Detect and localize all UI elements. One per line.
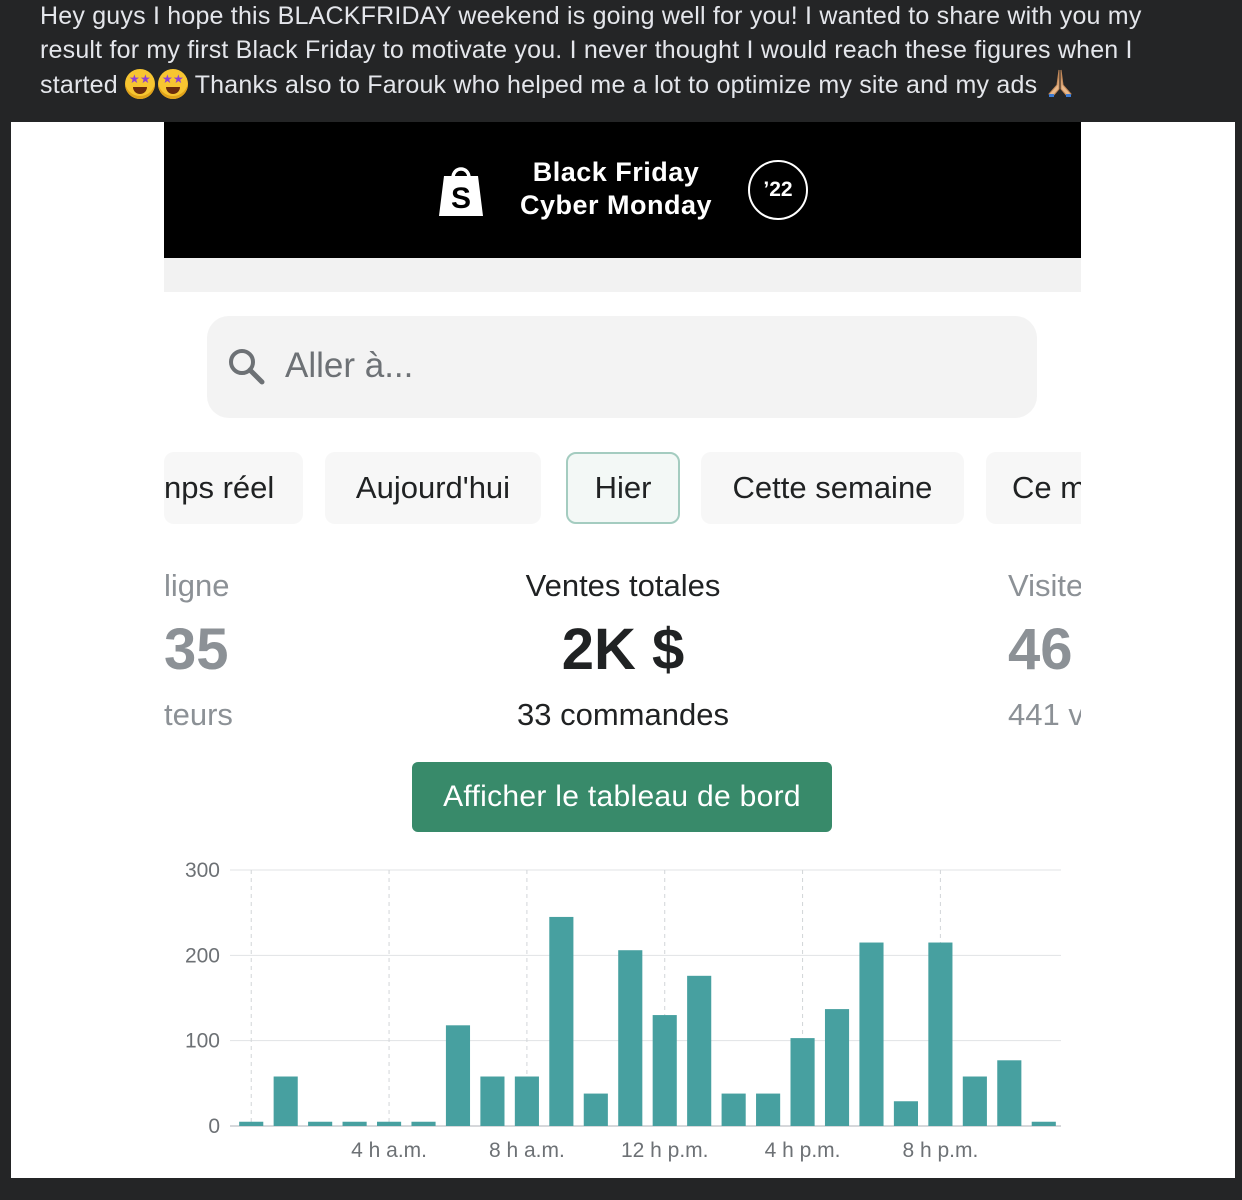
- tab-label: Aujourd'hui: [355, 470, 511, 505]
- view-dashboard-button[interactable]: Afficher le tableau de bord: [412, 762, 832, 832]
- tab-label: Cette semaine: [732, 470, 933, 505]
- orders-count: 33 commandes: [517, 697, 729, 732]
- bar-hour-5: [411, 1121, 436, 1126]
- tab-aujourdhui[interactable]: Aujourd'hui: [325, 452, 541, 524]
- x-tick-label: 4 h a.m.: [351, 1139, 427, 1162]
- post-text-part2: Thanks also to Farouk who helped me a lo…: [194, 71, 1038, 99]
- hourly-sales-chart: 0 100 200 300 4 h a.m. 8 h a.m. 12 h p.m. 4 h p…: [185, 859, 1061, 1162]
- date-range-tabs: nps réel Aujourd'hui Hier Cette semaine …: [164, 452, 1081, 526]
- metric-left-label: ligne: [164, 568, 230, 603]
- bar-hour-8: [514, 1076, 539, 1126]
- bar-hour-18: [859, 942, 884, 1126]
- tab-temps-reel[interactable]: nps réel: [164, 452, 303, 524]
- search-input[interactable]: Aller à...: [207, 316, 1037, 418]
- bar-hour-22: [997, 1060, 1022, 1126]
- bar-hour-4: [377, 1121, 402, 1126]
- metric-right-value: 46: [1008, 617, 1073, 682]
- x-tick-label: 4 h p.m.: [765, 1139, 841, 1162]
- bar-hour-10: [583, 1093, 608, 1126]
- tab-cette-semaine[interactable]: Cette semaine: [701, 452, 964, 524]
- bar-hour-23: [1031, 1121, 1056, 1126]
- y-tick-label: 300: [185, 859, 220, 882]
- bar-hour-9: [549, 916, 574, 1126]
- total-sales-value: 2K $: [561, 617, 685, 682]
- banner-line2: Cyber Monday: [519, 190, 713, 220]
- bar-hour-19: [893, 1101, 918, 1126]
- y-tick-label: 0: [208, 1115, 220, 1138]
- tab-label: Hier: [594, 470, 652, 505]
- tab-label: nps réel: [164, 470, 275, 505]
- metric-right-label: Visite: [1008, 568, 1081, 603]
- divider-strip: [164, 258, 1081, 292]
- star-struck-emoji-icon: [158, 69, 188, 99]
- metric-left-sub: teurs: [164, 697, 233, 732]
- metric-right-sub: 441 v: [1008, 697, 1081, 732]
- y-tick-label: 100: [185, 1030, 220, 1053]
- bar-hour-16: [790, 1038, 815, 1126]
- tab-ce-mois[interactable]: Ce m: [986, 452, 1081, 524]
- shopify-bag-icon: S: [439, 167, 483, 216]
- bar-hour-13: [687, 975, 712, 1126]
- bar-hour-21: [962, 1076, 987, 1126]
- y-tick-label: 200: [185, 944, 220, 967]
- search-placeholder: Aller à...: [285, 346, 414, 385]
- x-tick-label: 8 h a.m.: [489, 1139, 565, 1162]
- bar-hour-17: [824, 1009, 850, 1126]
- bar-hour-15: [756, 1093, 781, 1126]
- x-tick-label: 8 h p.m.: [902, 1139, 978, 1162]
- banner-title: Black Friday Cyber Monday: [516, 156, 716, 222]
- metric-left-value: 35: [164, 617, 229, 682]
- banner-line1: Black Friday: [532, 157, 700, 187]
- tab-hier[interactable]: Hier: [566, 452, 680, 524]
- bar-hour-3: [342, 1121, 367, 1126]
- bfcm-banner: S Black Friday Cyber Monday ’22: [164, 122, 1081, 258]
- bar-hour-20: [928, 942, 953, 1126]
- bar-hour-14: [721, 1093, 746, 1126]
- post-text: Hey guys I hope this BLACKFRIDAY weekend…: [40, 0, 1210, 103]
- search-icon: [229, 349, 265, 385]
- tab-label: Ce m: [1012, 470, 1081, 505]
- bar-hour-11: [618, 950, 643, 1126]
- total-sales-label: Ventes totales: [525, 568, 721, 603]
- x-tick-label: 12 h p.m.: [621, 1139, 709, 1162]
- bar-hour-0: [239, 1121, 264, 1126]
- year-badge: ’22: [748, 160, 808, 220]
- shopify-app-screenshot: S Black Friday Cyber Monday ’22 Aller à.…: [11, 122, 1235, 1178]
- bar-hour-1: [273, 1076, 298, 1126]
- bar-hour-12: [652, 1015, 677, 1126]
- folded-hands-emoji-icon: [1048, 69, 1073, 97]
- svg-text:S: S: [451, 182, 471, 215]
- bar-hour-2: [308, 1121, 333, 1126]
- bar-hour-6: [445, 1025, 471, 1126]
- star-struck-emoji-icon: [125, 69, 155, 99]
- bar-hour-7: [480, 1076, 505, 1126]
